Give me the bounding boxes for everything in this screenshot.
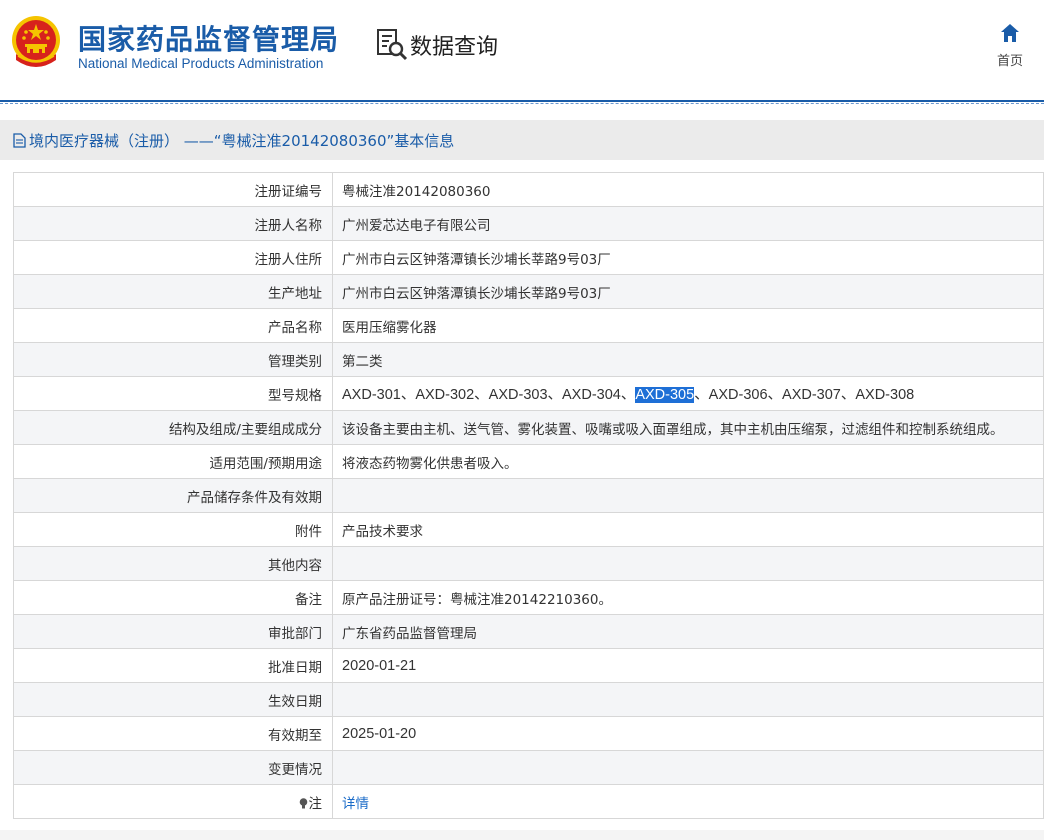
home-link[interactable]: 首页 bbox=[990, 22, 1030, 69]
table-row: 其他内容 bbox=[13, 546, 1044, 581]
page-footer-strip bbox=[0, 830, 1044, 840]
row-label: 注册人名称 bbox=[13, 206, 333, 241]
row-label: 备注 bbox=[13, 580, 333, 615]
row-label: 产品储存条件及有效期 bbox=[13, 478, 333, 513]
table-row: 审批部门 广东省药品监督管理局 bbox=[13, 614, 1044, 649]
row-value: 原产品注册证号：粤械注准20142210360。 bbox=[332, 580, 1044, 615]
table-row: 有效期至 2025-01-20 bbox=[13, 716, 1044, 751]
org-name-cn: 国家药品监督管理局 bbox=[78, 23, 340, 56]
selected-text: AXD-305 bbox=[635, 387, 695, 403]
national-emblem-icon bbox=[12, 16, 60, 67]
row-value bbox=[332, 478, 1044, 513]
table-row: 注册人住所 广州市白云区钟落潭镇长沙埔长莘路9号03厂 bbox=[13, 240, 1044, 275]
row-value: 产品技术要求 bbox=[332, 512, 1044, 547]
header-divider bbox=[0, 100, 1044, 102]
table-row: 结构及组成/主要组成成分 该设备主要由主机、送气管、雾化装置、吸嘴或吸入面罩组成… bbox=[13, 410, 1044, 445]
model-spec-value: AXD-301、AXD-302、AXD-303、AXD-304、AXD-305、… bbox=[332, 376, 1044, 411]
model-spec-text: 、AXD-306、AXD-307、AXD-308 bbox=[694, 387, 915, 403]
row-label: 变更情况 bbox=[13, 750, 333, 785]
model-spec-text: AXD-301、AXD-302、AXD-303、AXD-304、 bbox=[342, 387, 636, 403]
row-value: 该设备主要由主机、送气管、雾化装置、吸嘴或吸入面罩组成，其中主机由压缩泵，过滤组… bbox=[332, 410, 1044, 445]
row-label: 生效日期 bbox=[13, 682, 333, 717]
note-label: 注 bbox=[13, 784, 333, 819]
breadcrumb-text: 境内医疗器械（注册） ——“粤械注准20142080360”基本信息 bbox=[29, 131, 455, 150]
data-query-label: 数据查询 bbox=[410, 35, 499, 60]
home-icon bbox=[1001, 24, 1019, 42]
table-row: 附件 产品技术要求 bbox=[13, 512, 1044, 547]
table-row: 注册证编号 粤械注准20142080360 bbox=[13, 172, 1044, 207]
row-label: 附件 bbox=[13, 512, 333, 547]
row-value: 2020-01-21 bbox=[332, 648, 1044, 683]
site-header: 国家药品监督管理局 National Medical Products Admi… bbox=[0, 0, 1044, 100]
row-label: 审批部门 bbox=[13, 614, 333, 649]
row-label: 有效期至 bbox=[13, 716, 333, 751]
home-label: 首页 bbox=[996, 54, 1023, 69]
row-value: 广东省药品监督管理局 bbox=[332, 614, 1044, 649]
row-label: 产品名称 bbox=[13, 308, 333, 343]
data-query-title: 数据查询 bbox=[376, 28, 498, 62]
table-row: 管理类别 第二类 bbox=[13, 342, 1044, 377]
row-label: 管理类别 bbox=[13, 342, 333, 377]
row-value: 医用压缩雾化器 bbox=[332, 308, 1044, 343]
row-label: 其他内容 bbox=[13, 546, 333, 581]
row-value bbox=[332, 546, 1044, 581]
registration-info-table: 注册证编号 粤械注准20142080360 注册人名称 广州爱芯达电子有限公司 … bbox=[13, 172, 1044, 819]
row-label: 适用范围/预期用途 bbox=[13, 444, 333, 479]
table-row: 适用范围/预期用途 将液态药物雾化供患者吸入。 bbox=[13, 444, 1044, 479]
table-row: 产品名称 医用压缩雾化器 bbox=[13, 308, 1044, 343]
row-value: 详情 bbox=[332, 784, 1044, 819]
table-row: 型号规格 AXD-301、AXD-302、AXD-303、AXD-304、AXD… bbox=[13, 376, 1044, 411]
row-value: 广州爱芯达电子有限公司 bbox=[332, 206, 1044, 241]
row-value: 第二类 bbox=[332, 342, 1044, 377]
row-label: 注 bbox=[308, 795, 323, 812]
row-label: 结构及组成/主要组成成分 bbox=[13, 410, 333, 445]
table-row: 注册人名称 广州爱芯达电子有限公司 bbox=[13, 206, 1044, 241]
lightbulb-icon bbox=[299, 797, 307, 808]
table-row: 产品储存条件及有效期 bbox=[13, 478, 1044, 513]
table-row: 生产地址 广州市白云区钟落潭镇长沙埔长莘路9号03厂 bbox=[13, 274, 1044, 309]
row-value bbox=[332, 682, 1044, 717]
row-label: 型号规格 bbox=[13, 376, 333, 411]
data-query-icon bbox=[377, 29, 408, 61]
table-row: 变更情况 bbox=[13, 750, 1044, 785]
row-value: 广州市白云区钟落潭镇长沙埔长莘路9号03厂 bbox=[332, 274, 1044, 309]
row-label: 生产地址 bbox=[13, 274, 333, 309]
table-row: 注 详情 bbox=[13, 784, 1044, 819]
row-value bbox=[332, 750, 1044, 785]
document-icon bbox=[13, 132, 26, 148]
table-row: 批准日期 2020-01-21 bbox=[13, 648, 1044, 683]
table-row: 生效日期 bbox=[13, 682, 1044, 717]
row-label: 注册人住所 bbox=[13, 240, 333, 275]
row-value: 将液态药物雾化供患者吸入。 bbox=[332, 444, 1044, 479]
breadcrumb: 境内医疗器械（注册） ——“粤械注准20142080360”基本信息 bbox=[0, 120, 1044, 160]
row-label: 注册证编号 bbox=[13, 172, 333, 207]
details-link[interactable]: 详情 bbox=[342, 796, 369, 812]
table-row: 备注 原产品注册证号：粤械注准20142210360。 bbox=[13, 580, 1044, 615]
org-name-en: National Medical Products Administration bbox=[78, 56, 324, 71]
row-value: 广州市白云区钟落潭镇长沙埔长莘路9号03厂 bbox=[332, 240, 1044, 275]
row-value: 2025-01-20 bbox=[332, 716, 1044, 751]
row-label: 批准日期 bbox=[13, 648, 333, 683]
row-value: 粤械注准20142080360 bbox=[332, 172, 1044, 207]
header-divider-dashed bbox=[0, 103, 1044, 104]
